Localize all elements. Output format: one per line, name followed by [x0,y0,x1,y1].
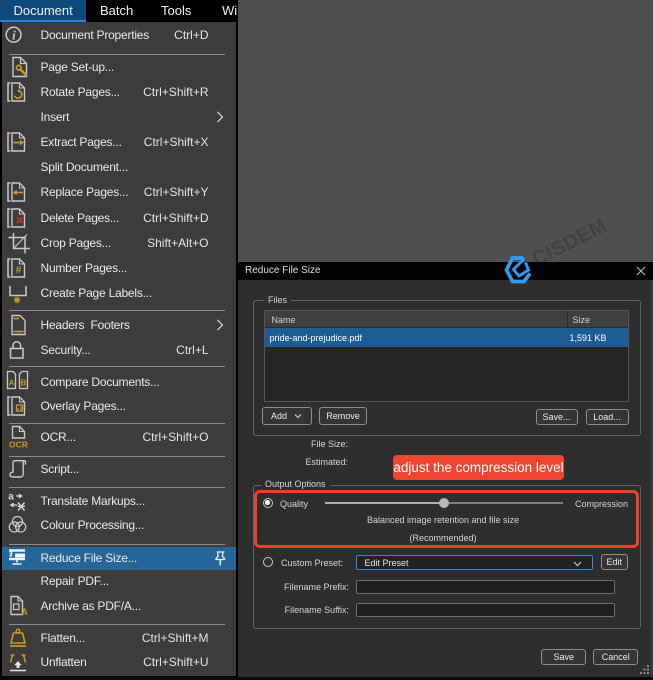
svg-text:i: i [12,27,16,42]
svg-text:OCR: OCR [9,440,28,450]
svg-text:B: B [20,379,26,388]
svg-text:A: A [21,607,28,617]
svg-text:a: a [8,491,14,502]
svg-text:A: A [8,379,14,388]
svg-text:#: # [15,264,21,276]
